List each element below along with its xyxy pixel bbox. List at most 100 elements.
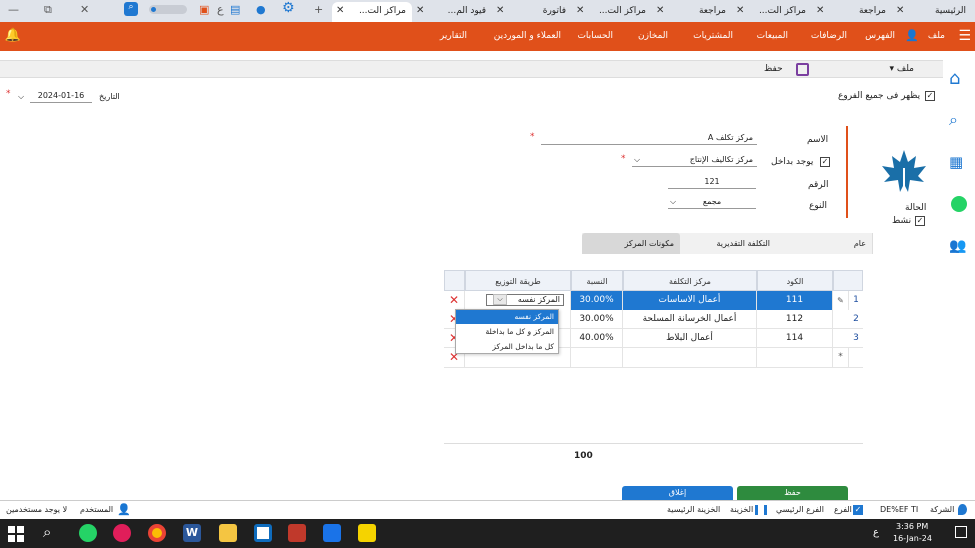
close-tab-icon[interactable]: ✕	[896, 5, 904, 16]
code-cell[interactable]: 114	[757, 329, 833, 348]
branch-checkbox[interactable]: ✓	[853, 505, 863, 515]
browser-tab[interactable]: الرئيسية ✕	[892, 2, 972, 22]
tab-center-components[interactable]: مكونات المركز	[582, 233, 680, 254]
code-cell[interactable]: 111	[757, 291, 833, 310]
browser-tab[interactable]: مراكز الت... ✕	[732, 2, 812, 22]
center-cell[interactable]	[623, 348, 757, 367]
dropdown-option[interactable]: المركز و كل ما بداخلة	[456, 325, 558, 339]
whatsapp-icon[interactable]	[79, 524, 97, 542]
close-button-label: إغلاق	[668, 488, 687, 497]
home-icon[interactable]: ⌂	[949, 68, 969, 89]
snipping-tool-icon[interactable]	[254, 524, 272, 542]
close-tab-icon[interactable]: ✕	[416, 5, 424, 16]
code-cell[interactable]	[757, 348, 833, 367]
type-select[interactable]: مجمع	[668, 197, 756, 209]
pct-cell[interactable]: 30.00%	[571, 310, 623, 329]
pct-cell[interactable]: 40.00%	[571, 329, 623, 348]
center-cell[interactable]: أعمال الاساسات	[623, 291, 757, 310]
tab-general[interactable]: عام	[776, 233, 873, 254]
user-icon[interactable]: ●	[256, 3, 266, 16]
toolbar-file-menu[interactable]: ملف ▾	[889, 64, 914, 74]
tab-estimated-cost[interactable]: التكلفة التقديرية	[680, 233, 776, 254]
toolbar-save-button[interactable]: حفظ	[764, 64, 783, 74]
tab-label: قيود الم...	[447, 6, 486, 16]
menu-file[interactable]: ملف	[928, 31, 945, 41]
app-icon[interactable]	[288, 524, 306, 542]
dropdown-option[interactable]: المركز نفسه	[456, 310, 558, 324]
clock-date[interactable]: 16-Jan-24	[893, 534, 932, 543]
close-button[interactable]: إغلاق	[622, 486, 733, 500]
users-icon[interactable]: 👥	[949, 238, 969, 258]
center-cell[interactable]: أعمال الخرسانة المسلحة	[623, 310, 757, 329]
chevron-down-icon[interactable]: ⌵	[634, 155, 640, 165]
date-field[interactable]: 2024-01-16	[30, 91, 92, 103]
menu-accounts[interactable]: الحسابات	[577, 31, 613, 41]
slack-icon[interactable]	[113, 524, 131, 542]
show-all-branches-checkbox[interactable]: ✓	[925, 91, 935, 101]
pct-cell[interactable]: 30.00%	[571, 291, 623, 310]
windows-start-icon[interactable]	[8, 526, 24, 542]
number-input[interactable]: 121	[668, 177, 756, 189]
inside-select[interactable]: مركز تكاليف الإنتاج	[632, 155, 757, 167]
close-tab-icon[interactable]: ✕	[736, 5, 744, 16]
browser-tab[interactable]: مراكز الت... ✕	[332, 2, 412, 22]
notification-icon[interactable]	[955, 526, 967, 538]
chevron-down-icon[interactable]: ⌵	[493, 294, 507, 305]
browser-tab[interactable]: مراكز الت... ✕	[572, 2, 652, 22]
type-label: النوع	[809, 201, 827, 211]
save-button[interactable]: حفظ	[737, 486, 848, 500]
media-player-icon[interactable]	[323, 524, 341, 542]
browser-tab[interactable]: مراجعة ✕	[812, 2, 892, 22]
menu-customers-suppliers[interactable]: العملاء و الموردين	[494, 31, 561, 41]
chevron-down-icon[interactable]: ⌵	[670, 197, 676, 207]
close-tab-icon[interactable]: ✕	[816, 5, 824, 16]
sticky-notes-icon[interactable]	[358, 524, 376, 542]
apps-grid-icon[interactable]: ▦	[949, 153, 969, 173]
browser-tab[interactable]: فاتورة ✕	[492, 2, 572, 22]
clock-time[interactable]: 3:36 PM	[896, 522, 928, 531]
search-icon[interactable]: ⌕	[43, 523, 51, 541]
code-cell[interactable]: 112	[757, 310, 833, 329]
chrome-icon[interactable]	[148, 524, 166, 542]
pct-cell[interactable]	[571, 348, 623, 367]
translate-icon[interactable]: ▤	[230, 3, 240, 16]
menu-index[interactable]: الفهرس	[865, 31, 895, 41]
date-dropdown-chevron-icon[interactable]: ⌵	[18, 92, 24, 102]
window-close-icon[interactable]: ✕	[80, 3, 89, 16]
whatsapp-icon[interactable]	[951, 196, 967, 212]
browser-tab[interactable]: قيود الم... ✕	[412, 2, 492, 22]
new-tab-icon[interactable]: +	[314, 3, 323, 16]
file-explorer-icon[interactable]	[219, 524, 237, 542]
close-tab-icon[interactable]: ✕	[656, 5, 664, 16]
arabic-letter-icon[interactable]: ع	[217, 3, 224, 16]
menu-additions[interactable]: الرضافات	[811, 31, 847, 41]
menu-sales[interactable]: المبيعات	[757, 31, 788, 41]
menu-stores[interactable]: المخازن	[638, 31, 668, 41]
settings-gear-icon[interactable]: ⚙	[282, 0, 295, 16]
table-row[interactable]: ✕ المركز نفسه ⌵ 30.00% أعمال الاساسات 11…	[444, 291, 863, 310]
bell-icon[interactable]: 🔔	[5, 28, 21, 43]
word-icon[interactable]: W	[183, 524, 201, 542]
input-language[interactable]: ع	[873, 527, 879, 538]
menu-reports[interactable]: التقارير	[440, 31, 467, 41]
inside-checkbox[interactable]: ✓	[820, 157, 830, 167]
window-minimize-icon[interactable]: —	[8, 3, 19, 16]
bar-chart-icon	[755, 505, 767, 515]
menu-purchases[interactable]: المشتريات	[693, 31, 733, 41]
search-icon[interactable]: ⌕	[949, 110, 969, 130]
search-app-icon[interactable]: ⌕	[124, 2, 138, 16]
active-checkbox[interactable]: ✓	[915, 216, 925, 226]
dropdown-option[interactable]: كل ما بداخل المركز	[456, 340, 558, 354]
close-tab-icon[interactable]: ✕	[576, 5, 584, 16]
menu-icon[interactable]: ☰	[958, 28, 971, 44]
save-disk-icon[interactable]	[796, 63, 809, 76]
method-cell[interactable]: المركز نفسه ⌵	[465, 291, 571, 310]
close-tab-icon[interactable]: ✕	[336, 5, 344, 16]
close-tab-icon[interactable]: ✕	[496, 5, 504, 16]
window-restore-icon[interactable]: ⧉	[44, 3, 52, 17]
browser-tab[interactable]: مراجعة ✕	[652, 2, 732, 22]
center-cell[interactable]: أعمال البلاط	[623, 329, 757, 348]
name-input[interactable]: مركز تكلف A	[541, 133, 757, 145]
delete-row-icon[interactable]: ✕	[444, 291, 465, 310]
calendar-icon[interactable]: ▣	[199, 3, 209, 16]
